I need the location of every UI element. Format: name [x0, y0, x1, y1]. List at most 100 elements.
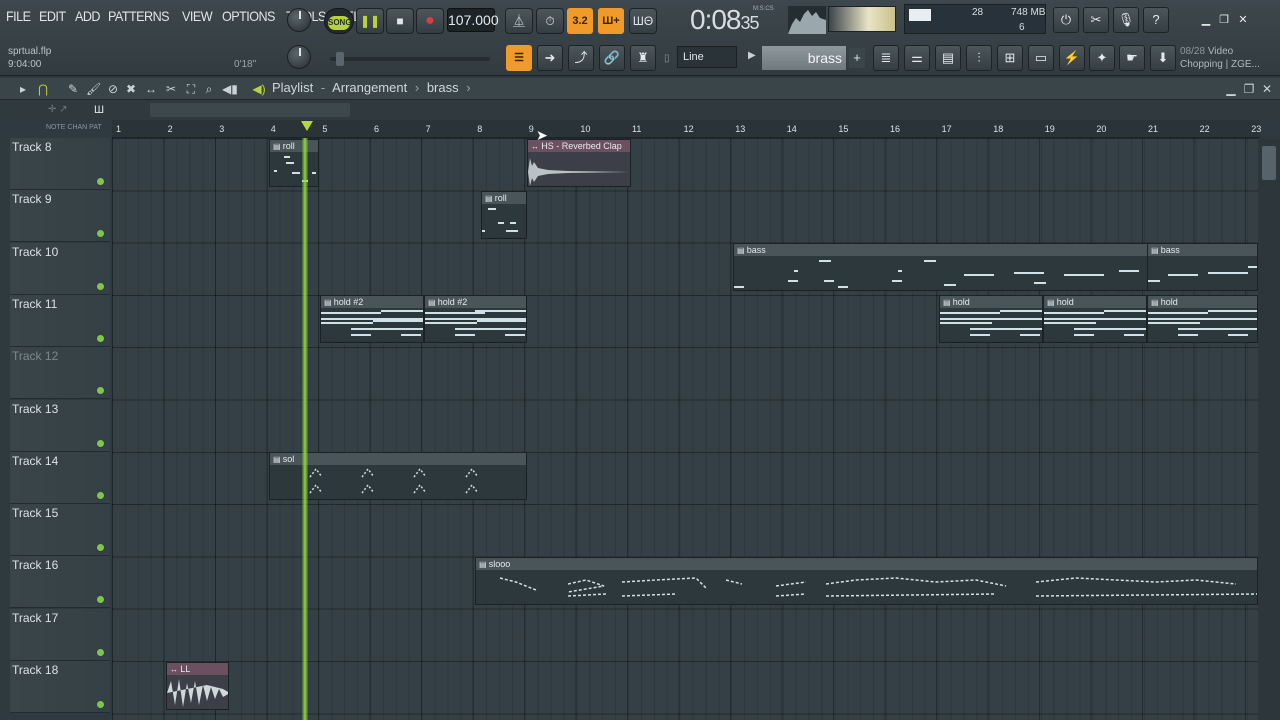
- stamp-button[interactable]: ♜: [630, 45, 656, 71]
- loop-record-button[interactable]: ШΘ: [629, 8, 657, 34]
- clip-ll[interactable]: LL: [166, 662, 229, 710]
- track-enable-icon[interactable]: [97, 491, 104, 499]
- mixer-button[interactable]: ≣: [873, 45, 899, 71]
- help-button[interactable]: ?: [1143, 7, 1169, 33]
- menu-patterns[interactable]: PATTERNS: [108, 8, 170, 24]
- master-volume-knob[interactable]: [287, 8, 311, 32]
- vertical-scroll-thumb[interactable]: [1262, 146, 1276, 180]
- master-pitch-knob[interactable]: [287, 45, 311, 69]
- track-enable-icon[interactable]: [97, 282, 104, 290]
- menu-edit[interactable]: EDIT: [39, 8, 66, 24]
- step-edit-button[interactable]: Ш+: [598, 8, 624, 34]
- channel-rack-button[interactable]: ⚌: [904, 45, 930, 71]
- plug-button[interactable]: ⚡: [1059, 45, 1085, 71]
- track-enable-icon[interactable]: [97, 439, 104, 447]
- performance-button[interactable]: ✦: [1089, 45, 1115, 71]
- slice-icon[interactable]: ✂: [164, 82, 178, 96]
- menu-options[interactable]: OPTIONS: [222, 8, 275, 24]
- keyboard-icon[interactable]: Ш: [94, 104, 104, 116]
- clip-roll-track9[interactable]: roll: [481, 191, 527, 239]
- browser-button[interactable]: ⊞: [997, 45, 1023, 71]
- pitch-slider[interactable]: [330, 57, 490, 61]
- track-header[interactable]: Track 16: [10, 556, 110, 609]
- clip-hold2-2[interactable]: hold #2: [424, 295, 527, 343]
- paint-icon[interactable]: 🖌: [86, 82, 101, 96]
- slide-tool-button[interactable]: ⤴: [568, 45, 594, 71]
- clip-roll-track8[interactable]: roll: [269, 139, 319, 187]
- track-header[interactable]: Track 15: [10, 504, 110, 557]
- minimize-button[interactable]: ▁: [1198, 12, 1214, 28]
- track-enable-icon[interactable]: [97, 648, 104, 656]
- stop-button[interactable]: ■: [386, 8, 414, 34]
- clip-bass-2[interactable]: bass: [1147, 243, 1258, 291]
- slip-icon[interactable]: ↔: [144, 82, 158, 96]
- arrangement-grid[interactable]: [112, 138, 1258, 720]
- clip-hold-3[interactable]: hold: [1147, 295, 1258, 343]
- tempo-display[interactable]: 107.000: [447, 8, 499, 32]
- link-button[interactable]: 🔗: [599, 45, 625, 71]
- select-icon[interactable]: ⛶: [184, 82, 198, 96]
- track-header[interactable]: Track 18: [10, 661, 110, 713]
- clip-hold2-1[interactable]: hold #2: [320, 295, 424, 343]
- track-header[interactable]: Track 14: [10, 451, 110, 504]
- speaker-icon[interactable]: ◀): [252, 82, 266, 96]
- metronome-button[interactable]: ⏅: [505, 8, 533, 34]
- track-header[interactable]: Track 8: [10, 138, 110, 190]
- wait-input-button[interactable]: ⏱: [536, 8, 564, 34]
- track-header[interactable]: Track 13: [10, 399, 110, 452]
- panel-close-icon[interactable]: ✕: [1260, 82, 1274, 96]
- track-header[interactable]: Track 9: [10, 190, 110, 243]
- playlist-menu-icon[interactable]: ▸: [16, 82, 30, 96]
- playlist-button[interactable]: ☰: [506, 45, 532, 71]
- track-header[interactable]: Track 12: [10, 347, 110, 400]
- play-button[interactable]: ❚❚: [356, 8, 384, 34]
- snap-mode-select[interactable]: Line: [677, 46, 737, 68]
- time-display[interactable]: 0:0835: [690, 4, 760, 40]
- next-button[interactable]: ➜: [537, 45, 563, 71]
- clip-bass-1[interactable]: bass: [733, 243, 1148, 291]
- pencil-icon[interactable]: ✎: [66, 82, 80, 96]
- track-enable-icon[interactable]: [97, 701, 104, 708]
- menu-view[interactable]: VIEW: [182, 8, 213, 24]
- mic-button[interactable]: 🎙: [1113, 7, 1139, 33]
- add-pattern-button[interactable]: +: [849, 48, 865, 68]
- track-enable-icon[interactable]: [97, 230, 104, 238]
- cut-button[interactable]: ✂: [1083, 7, 1109, 33]
- pattern-selector[interactable]: brass: [762, 46, 846, 70]
- zoom-icon[interactable]: ⌕: [202, 82, 216, 96]
- clip-hold-1[interactable]: hold: [939, 295, 1043, 343]
- track-enable-icon[interactable]: [97, 387, 104, 395]
- plugin-picker-button[interactable]: ▭: [1028, 45, 1054, 71]
- clip-reverbed-clap[interactable]: HS - Reverbed Clap: [527, 139, 631, 187]
- pattern-nav-icon[interactable]: ▶: [748, 50, 756, 61]
- mute-icon[interactable]: ✖: [124, 82, 138, 96]
- menu-add[interactable]: ADD: [75, 8, 101, 24]
- clip-slooo[interactable]: slooo: [475, 557, 1258, 605]
- record-button[interactable]: ●: [416, 8, 444, 34]
- touch-button[interactable]: ☛: [1119, 45, 1145, 71]
- clip-hold-2[interactable]: hold: [1043, 295, 1147, 343]
- vertical-scrollbar[interactable]: [1258, 138, 1280, 720]
- pattern-song-toggle[interactable]: SONG: [324, 8, 354, 34]
- mixer-view-button[interactable]: ⫶: [966, 45, 992, 71]
- delete-icon[interactable]: ⊘: [106, 82, 120, 96]
- track-header[interactable]: Track 10: [10, 242, 110, 295]
- undo-history-button[interactable]: ⏻: [1053, 7, 1079, 33]
- track-enable-icon[interactable]: [97, 596, 104, 604]
- panel-restore-icon[interactable]: ❐: [1242, 82, 1256, 96]
- playhead-marker[interactable]: [301, 121, 313, 131]
- playback-icon[interactable]: ◀▮: [222, 82, 238, 96]
- track-enable-icon[interactable]: [97, 334, 104, 342]
- zoom-arrows-icon[interactable]: ✛ ↗: [48, 104, 68, 115]
- menu-file[interactable]: FILE: [6, 8, 31, 24]
- restore-button[interactable]: ❐: [1216, 12, 1232, 28]
- track-enable-icon[interactable]: [97, 544, 104, 552]
- pitch-slider-handle[interactable]: [336, 52, 344, 66]
- download-button[interactable]: ⬇: [1150, 45, 1176, 71]
- scrollbar-thumb[interactable]: [150, 103, 350, 117]
- track-enable-icon[interactable]: [97, 178, 104, 185]
- track-header[interactable]: Track 11: [10, 294, 110, 347]
- magnet-icon[interactable]: ⋂: [36, 82, 50, 96]
- news-panel[interactable]: 08/28 Video Chopping | ZGE...: [1180, 45, 1278, 71]
- panel-minimize-icon[interactable]: ▁: [1224, 82, 1238, 96]
